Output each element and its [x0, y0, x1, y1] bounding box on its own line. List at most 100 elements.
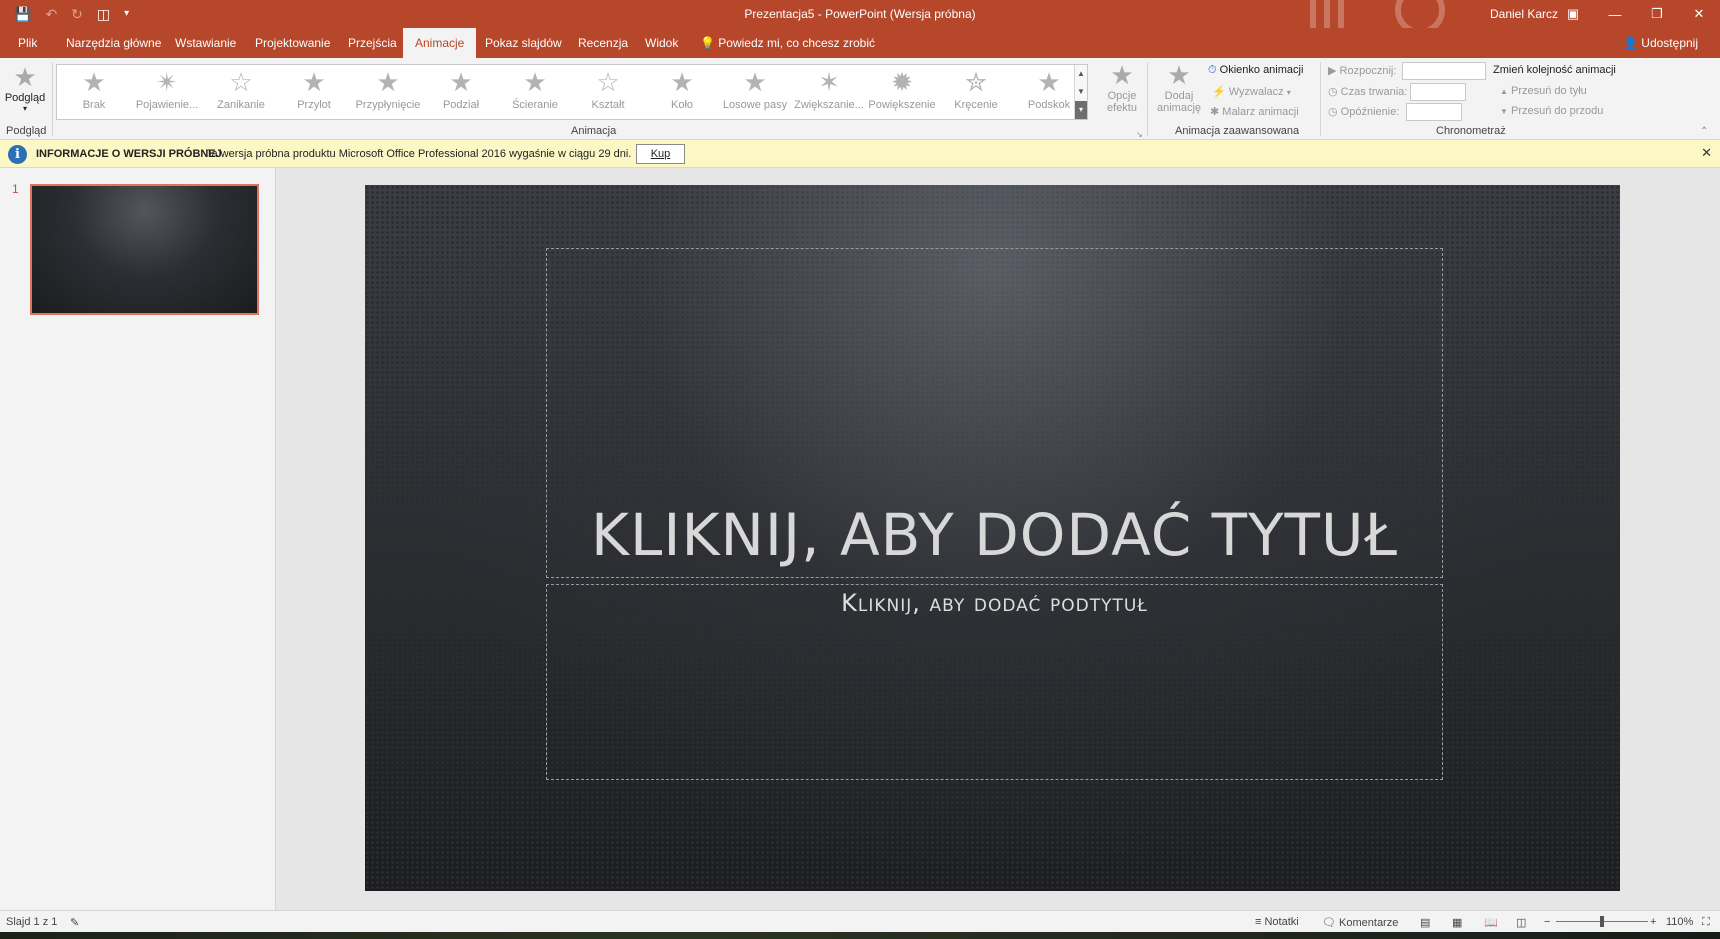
slide-thumbnail-pane: 1 — [0, 168, 276, 910]
collapse-ribbon-icon[interactable]: ⌃ — [1700, 126, 1708, 137]
slide-canvas[interactable]: KLIKNIJ, ABY DODAĆ TYTUŁ Kliknij, aby do… — [365, 185, 1620, 891]
chevron-down-icon: ▾ — [1286, 88, 1291, 97]
tab-design[interactable]: Projektowanie — [243, 28, 342, 58]
tell-me-box[interactable]: 💡 Powiedz mi, co chcesz zrobić — [688, 28, 887, 58]
delay-spinner[interactable] — [1406, 103, 1462, 121]
clock-icon: ◷ — [1328, 86, 1338, 98]
tab-view[interactable]: Widok — [633, 28, 690, 58]
scroll-up-icon[interactable]: ▲ — [1075, 65, 1087, 83]
animation-painter-button[interactable]: ✱ Malarz animacji — [1210, 105, 1299, 118]
animation-label: Kształt — [591, 99, 625, 111]
triangle-up-icon: ▲ — [1500, 87, 1508, 96]
ribbon-display-options-icon[interactable]: ▣ — [1552, 0, 1594, 28]
group-divider — [1147, 62, 1148, 136]
move-later-label: Przesuń do przodu — [1510, 105, 1604, 117]
slide-sorter-icon[interactable]: ▦ — [1452, 916, 1462, 929]
starburst-icon: ✶ — [818, 67, 840, 97]
tab-transitions[interactable]: Przejścia — [336, 28, 409, 58]
effect-options-label: Opcje — [1107, 90, 1137, 102]
animation-pane-button[interactable]: ⏱ Okienko animacji — [1208, 64, 1303, 77]
scroll-down-icon[interactable]: ▼ — [1075, 83, 1087, 101]
lightbulb-icon: 💡 — [700, 36, 715, 50]
triangle-down-icon: ▼ — [1500, 107, 1508, 116]
animation-fly-in[interactable]: ★ Przylot — [278, 65, 350, 119]
slide-editing-area: KLIKNIJ, ABY DODAĆ TYTUŁ Kliknij, aby do… — [277, 168, 1720, 910]
reading-view-icon[interactable]: 📖 — [1484, 916, 1498, 929]
gallery-more-icon[interactable]: ▾ — [1075, 101, 1087, 119]
start-label: ▶ Rozpocznij: — [1328, 64, 1396, 77]
restore-icon[interactable]: ❐ — [1636, 0, 1678, 28]
animation-label: Zwiększanie... — [794, 99, 864, 111]
delay-clock-icon: ◷ — [1328, 106, 1338, 118]
animation-grow-turn[interactable]: ✶ Zwiększanie... — [793, 65, 865, 119]
animation-swivel[interactable]: ✮ Kręcenie — [940, 65, 1012, 119]
zoom-slider-thumb[interactable] — [1600, 916, 1604, 927]
tell-me-label: Powiedz mi, co chcesz zrobić — [718, 36, 876, 50]
animation-shape[interactable]: ☆ Kształt — [572, 65, 644, 119]
animation-pane-label: Okienko animacji — [1219, 64, 1304, 76]
group-label-advanced: Animacja zaawansowana — [1175, 125, 1300, 137]
animation-appear[interactable]: ✴ Pojawienie... — [131, 65, 203, 119]
reorder-title: Zmień kolejność animacji — [1493, 64, 1616, 76]
animation-wipe[interactable]: ★ Ścieranie — [499, 65, 571, 119]
fit-to-window-icon[interactable]: ⛶ — [1702, 916, 1710, 929]
animation-fade[interactable]: ☆ Zanikanie — [205, 65, 277, 119]
info-bar-message: Ta wersja próbna produktu Microsoft Offi… — [206, 148, 632, 160]
share-button[interactable]: 👤 Udostępnij — [1623, 28, 1698, 58]
play-icon: ▶ — [1328, 65, 1337, 77]
star-icon: ★ — [449, 67, 473, 97]
animation-label: Pojawienie... — [135, 99, 199, 111]
animation-pane-icon: ⏱ — [1208, 64, 1217, 76]
subtitle-placeholder[interactable]: Kliknij, aby dodać podtytuł — [546, 584, 1443, 780]
comments-button[interactable]: 🗨 Komentarze — [1322, 916, 1398, 929]
move-later-button[interactable]: ▼ Przesuń do przodu — [1500, 105, 1603, 117]
animation-none[interactable]: ★ Brak — [58, 65, 130, 119]
trial-info-bar: i INFORMACJE O WERSJI PRÓBNEJ Ta wersja … — [0, 140, 1720, 168]
dialog-launcher-icon[interactable]: ↘ — [1136, 130, 1143, 139]
status-bar: Slajd 1 z 1 ✎ ≡ Notatki 🗨 Komentarze ▤ ▦… — [0, 910, 1720, 932]
duration-spinner[interactable] — [1410, 83, 1466, 101]
animation-label: Przypłynięcie — [355, 99, 421, 111]
ribbon-tabs: Plik Narzędzia główne Wstawianie Projekt… — [0, 28, 1720, 58]
chevron-down-icon: ▾ — [22, 104, 27, 113]
user-name[interactable]: Daniel Karcz — [1490, 7, 1558, 21]
spelling-icon[interactable]: ✎ — [70, 916, 79, 929]
starburst-icon: ✴ — [156, 67, 178, 97]
tab-slide-show[interactable]: Pokaz slajdów — [473, 28, 574, 58]
animation-wheel[interactable]: ★ Koło — [646, 65, 718, 119]
move-earlier-button[interactable]: ▲ Przesuń do tyłu — [1500, 85, 1587, 97]
tab-insert[interactable]: Wstawianie — [163, 28, 248, 58]
trigger-button[interactable]: ⚡ Wyzwalacz ▾ — [1212, 85, 1291, 98]
notes-button[interactable]: ≡ Notatki — [1255, 916, 1299, 928]
effect-options-button[interactable]: ★ Opcje efektu — [1100, 60, 1144, 114]
close-icon[interactable]: ✕ — [1678, 0, 1720, 28]
starburst-icon: ✹ — [891, 67, 913, 97]
animation-label: Podskok — [1027, 99, 1071, 111]
star-icon: ☆ — [229, 67, 253, 97]
tab-file[interactable]: Plik — [6, 28, 49, 58]
animation-zoom[interactable]: ✹ Powiększenie — [866, 65, 938, 119]
minimize-icon[interactable]: — — [1594, 0, 1636, 28]
zoom-in-icon[interactable]: + — [1650, 916, 1656, 928]
tab-home[interactable]: Narzędzia główne — [54, 28, 173, 58]
tab-review[interactable]: Recenzja — [566, 28, 640, 58]
animation-float-in[interactable]: ★ Przypłynięcie — [352, 65, 424, 119]
gallery-scrollbar[interactable]: ▲ ▼ ▾ — [1074, 65, 1087, 119]
slide-thumbnail[interactable] — [30, 184, 259, 315]
preview-button[interactable]: ★ Podgląd ▾ — [4, 62, 46, 113]
close-icon[interactable]: ✕ — [1701, 145, 1712, 161]
animation-split[interactable]: ★ Podział — [425, 65, 497, 119]
animation-random-bars[interactable]: ★ Losowe pasy — [719, 65, 791, 119]
taskbar-edge — [0, 932, 1720, 939]
buy-button[interactable]: Kup — [636, 144, 685, 164]
zoom-out-icon[interactable]: − — [1544, 916, 1550, 928]
start-dropdown[interactable] — [1402, 62, 1486, 80]
title-placeholder[interactable]: KLIKNIJ, ABY DODAĆ TYTUŁ — [546, 248, 1443, 578]
slide-show-icon[interactable]: ◫ — [1516, 916, 1526, 929]
add-animation-label-2: animację — [1156, 102, 1202, 114]
zoom-level[interactable]: 110% — [1666, 916, 1693, 928]
normal-view-icon[interactable]: ▤ — [1420, 916, 1430, 929]
add-animation-button[interactable]: ★ Dodaj animację — [1152, 60, 1206, 114]
info-bar-title: INFORMACJE O WERSJI PRÓBNEJ — [36, 148, 222, 160]
tab-animations[interactable]: Animacje — [403, 28, 477, 58]
